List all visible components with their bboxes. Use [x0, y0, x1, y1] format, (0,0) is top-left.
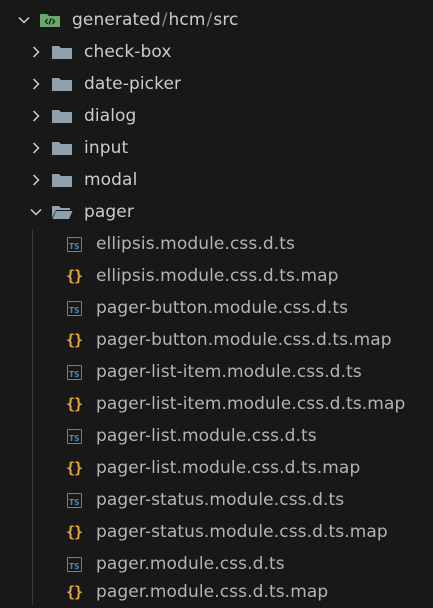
folder-open-icon	[51, 203, 73, 221]
file-label: pager-button.module.css.d.ts	[96, 298, 349, 318]
typescript-icon: TS	[63, 555, 85, 573]
tree-row-folder-dialog[interactable]: dialog	[0, 100, 433, 132]
tree-row-file[interactable]: TS pager-list-item.module.css.d.ts	[0, 356, 433, 388]
file-label: pager-status.module.css.d.ts.map	[96, 522, 388, 542]
file-label: pager.module.css.d.ts.map	[96, 582, 329, 602]
tree-row-file[interactable]: {} ellipsis.module.css.d.ts.map	[0, 260, 433, 292]
folder-label: pager	[84, 202, 134, 222]
chevron-right-icon[interactable]	[28, 140, 44, 156]
json-braces-icon: {}	[65, 583, 83, 601]
path-part-hcm: hcm	[168, 10, 206, 30]
tree-row-file[interactable]: {} pager-list.module.css.d.ts.map	[0, 452, 433, 484]
tree-row-file[interactable]: TS pager-list.module.css.d.ts	[0, 420, 433, 452]
json-braces-icon: {}	[65, 523, 83, 541]
root-path: generated/hcm/src	[72, 10, 238, 30]
path-separator: /	[161, 10, 168, 30]
folder-label: dialog	[84, 106, 137, 126]
file-label: pager-status.module.css.d.ts	[96, 490, 345, 510]
tree-row-file[interactable]: {} pager-status.module.css.d.ts.map	[0, 516, 433, 548]
tree-row-file[interactable]: {} pager-button.module.css.d.ts.map	[0, 324, 433, 356]
folder-icon	[51, 139, 73, 157]
tree-row-file[interactable]: TS pager-button.module.css.d.ts	[0, 292, 433, 324]
json-braces-icon: {}	[65, 331, 83, 349]
chevron-right-icon[interactable]	[28, 108, 44, 124]
typescript-icon: TS	[63, 235, 85, 253]
source-folder-icon	[39, 11, 61, 29]
json-braces-icon: {}	[65, 395, 83, 413]
tree-row-folder-pager[interactable]: pager	[0, 196, 433, 228]
folder-icon	[51, 43, 73, 61]
path-part-generated: generated	[72, 10, 161, 30]
tree-row-file[interactable]: {} pager.module.css.d.ts.map	[0, 576, 433, 608]
folder-icon	[51, 107, 73, 125]
folder-icon	[51, 171, 73, 189]
tree-row-folder-input[interactable]: input	[0, 132, 433, 164]
json-braces-icon: {}	[65, 459, 83, 477]
folder-label: input	[84, 138, 129, 158]
path-part-src: src	[213, 10, 239, 30]
file-explorer-tree: generated/hcm/src check-box date-picker …	[0, 0, 433, 608]
typescript-icon: TS	[63, 363, 85, 381]
file-label: pager-button.module.css.d.ts.map	[96, 330, 392, 350]
chevron-down-icon[interactable]	[16, 12, 32, 28]
chevron-right-icon[interactable]	[28, 172, 44, 188]
typescript-icon: TS	[63, 491, 85, 509]
tree-row-folder-modal[interactable]: modal	[0, 164, 433, 196]
chevron-right-icon[interactable]	[28, 76, 44, 92]
file-label: pager-list.module.css.d.ts.map	[96, 458, 361, 478]
tree-row-file[interactable]: TS ellipsis.module.css.d.ts	[0, 228, 433, 260]
json-braces-icon: {}	[65, 267, 83, 285]
folder-label: date-picker	[84, 74, 182, 94]
file-label: pager-list-item.module.css.d.ts	[96, 362, 362, 382]
chevron-down-icon[interactable]	[28, 204, 44, 220]
folder-label: check-box	[84, 42, 172, 62]
file-label: pager-list-item.module.css.d.ts.map	[96, 394, 406, 414]
tree-row-file[interactable]: {} pager-list-item.module.css.d.ts.map	[0, 388, 433, 420]
typescript-icon: TS	[63, 299, 85, 317]
file-label: pager-list.module.css.d.ts	[96, 426, 317, 446]
typescript-icon: TS	[63, 427, 85, 445]
tree-row-root[interactable]: generated/hcm/src	[0, 4, 433, 36]
folder-label: modal	[84, 170, 138, 190]
file-label: pager.module.css.d.ts	[96, 554, 285, 574]
tree-row-folder-date-picker[interactable]: date-picker	[0, 68, 433, 100]
tree-row-file[interactable]: TS pager-status.module.css.d.ts	[0, 484, 433, 516]
file-label: ellipsis.module.css.d.ts	[96, 234, 295, 254]
file-label: ellipsis.module.css.d.ts.map	[96, 266, 339, 286]
folder-icon	[51, 75, 73, 93]
chevron-right-icon[interactable]	[28, 44, 44, 60]
tree-row-folder-check-box[interactable]: check-box	[0, 36, 433, 68]
